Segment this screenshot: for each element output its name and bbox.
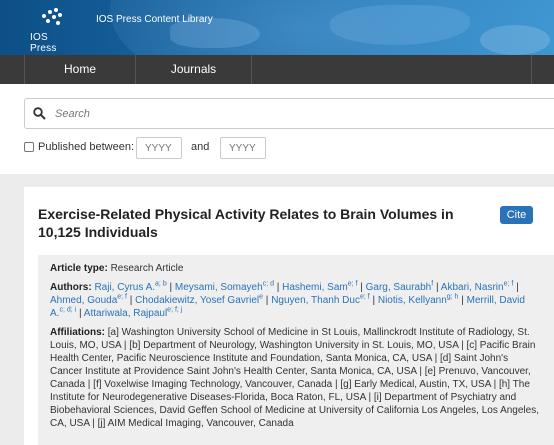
author-affiliation-sup: a; b (155, 280, 167, 288)
author-link[interactable]: Garg, Saurabh (366, 282, 432, 293)
article-meta: Article type: Research Article Authors: … (38, 255, 554, 445)
year-to-input[interactable] (220, 137, 266, 159)
author-link[interactable]: Niotis, Kellyann (378, 295, 447, 306)
author-link[interactable]: Chodakiewitz, Yosef Gavriel (135, 295, 259, 306)
main-nav: Home Journals (0, 55, 554, 84)
search-icon (33, 107, 46, 120)
author-link[interactable]: Hashemi, Sam (282, 282, 348, 293)
published-between-checkbox[interactable] (24, 142, 34, 152)
author-affiliation-sup: e; f (359, 293, 370, 301)
author-link[interactable]: Attariwala, Rajpaul (84, 308, 167, 319)
year-from-input[interactable] (136, 137, 182, 159)
library-title: IOS Press Content Library (96, 14, 213, 25)
search-box[interactable] (24, 98, 554, 129)
author-affiliation-sup: e; f (117, 293, 127, 301)
authors-list: Raji, Cyrus A.a; b | Meysami, Somayehc; … (50, 280, 525, 319)
author-link[interactable]: Meysami, Somayeh (175, 282, 263, 293)
header-banner: IOS Press IOS Press Content Library (0, 0, 554, 55)
article-type-value: Research Article (110, 263, 184, 274)
and-label: and (191, 141, 210, 153)
author-link[interactable]: Raji, Cyrus A. (94, 282, 155, 293)
author-link[interactable]: Akbari, Nasrin (441, 282, 504, 293)
article-type-label: Article type: (50, 263, 108, 274)
ios-press-logo[interactable]: IOS Press (30, 8, 76, 54)
cite-button[interactable]: Cite (500, 206, 533, 224)
article-type-row: Article type: Research Article (50, 262, 542, 275)
nav-journals[interactable]: Journals (136, 55, 252, 84)
author-affiliation-sup: c; d (262, 280, 274, 288)
nav-home[interactable]: Home (24, 55, 136, 84)
article-card: Exercise-Related Physical Activity Relat… (24, 187, 554, 445)
search-panel: Published between: and (0, 84, 554, 174)
author-affiliation-sup: e; f (503, 280, 514, 288)
author-link[interactable]: Nguyen, Thanh Duc (271, 295, 360, 306)
affiliations-text: [a] Washington University School of Medi… (50, 327, 539, 429)
affiliations-row: Affiliations: [a] Washington University … (50, 326, 542, 430)
author-affiliation-sup: e; f; j (167, 306, 183, 314)
logo-text: IOS Press (30, 32, 57, 54)
author-affiliation-sup: g; h (446, 293, 459, 301)
search-input[interactable] (55, 104, 535, 124)
author-affiliation-sup: e; f (347, 280, 358, 288)
author-affiliation-sup: c; d; i (59, 306, 77, 314)
authors-label: Authors: (50, 282, 92, 293)
author-link[interactable]: Ahmed, Gouda (50, 295, 117, 306)
affiliations-label: Affiliations: (50, 327, 105, 338)
authors-row: Authors: Raji, Cyrus A.a; b | Meysami, S… (50, 281, 542, 320)
article-title[interactable]: Exercise-Related Physical Activity Relat… (38, 205, 488, 241)
published-between-label: Published between: (38, 141, 135, 153)
